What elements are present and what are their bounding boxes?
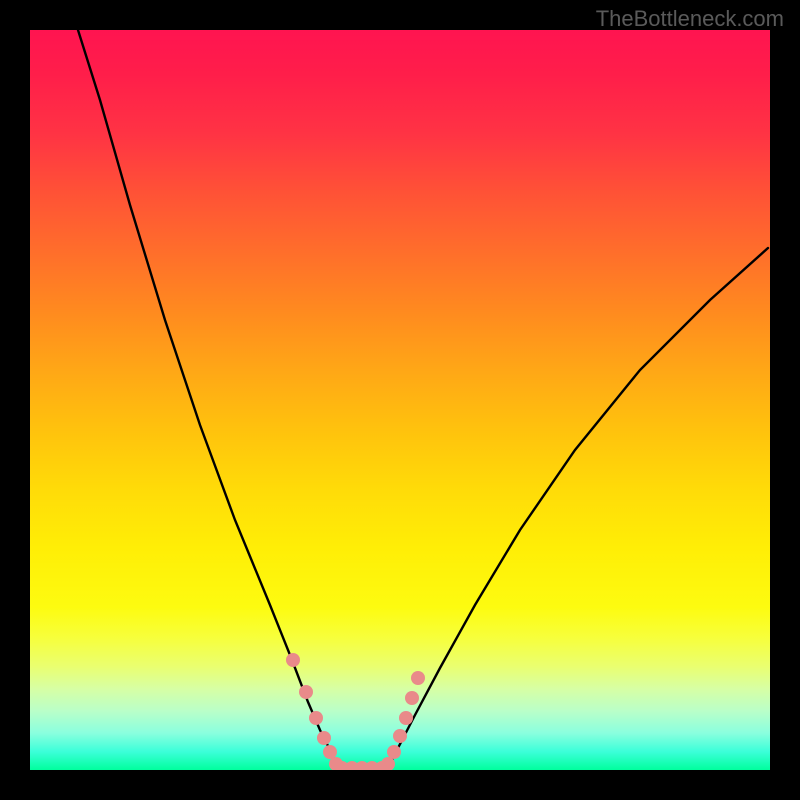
watermark-text: TheBottleneck.com	[596, 6, 784, 32]
chart-svg	[30, 30, 770, 770]
marker-dot	[286, 653, 300, 667]
marker-dot	[299, 685, 313, 699]
marker-dot	[387, 745, 401, 759]
marker-dot	[399, 711, 413, 725]
marker-dot	[323, 745, 337, 759]
marker-dot	[317, 731, 331, 745]
marker-dot	[411, 671, 425, 685]
line-paths	[78, 30, 768, 769]
marker-dot	[405, 691, 419, 705]
marker-dot	[393, 729, 407, 743]
marker-dots	[286, 653, 425, 770]
marker-dot	[309, 711, 323, 725]
series-right-curve	[388, 248, 768, 768]
plot-area	[30, 30, 770, 770]
